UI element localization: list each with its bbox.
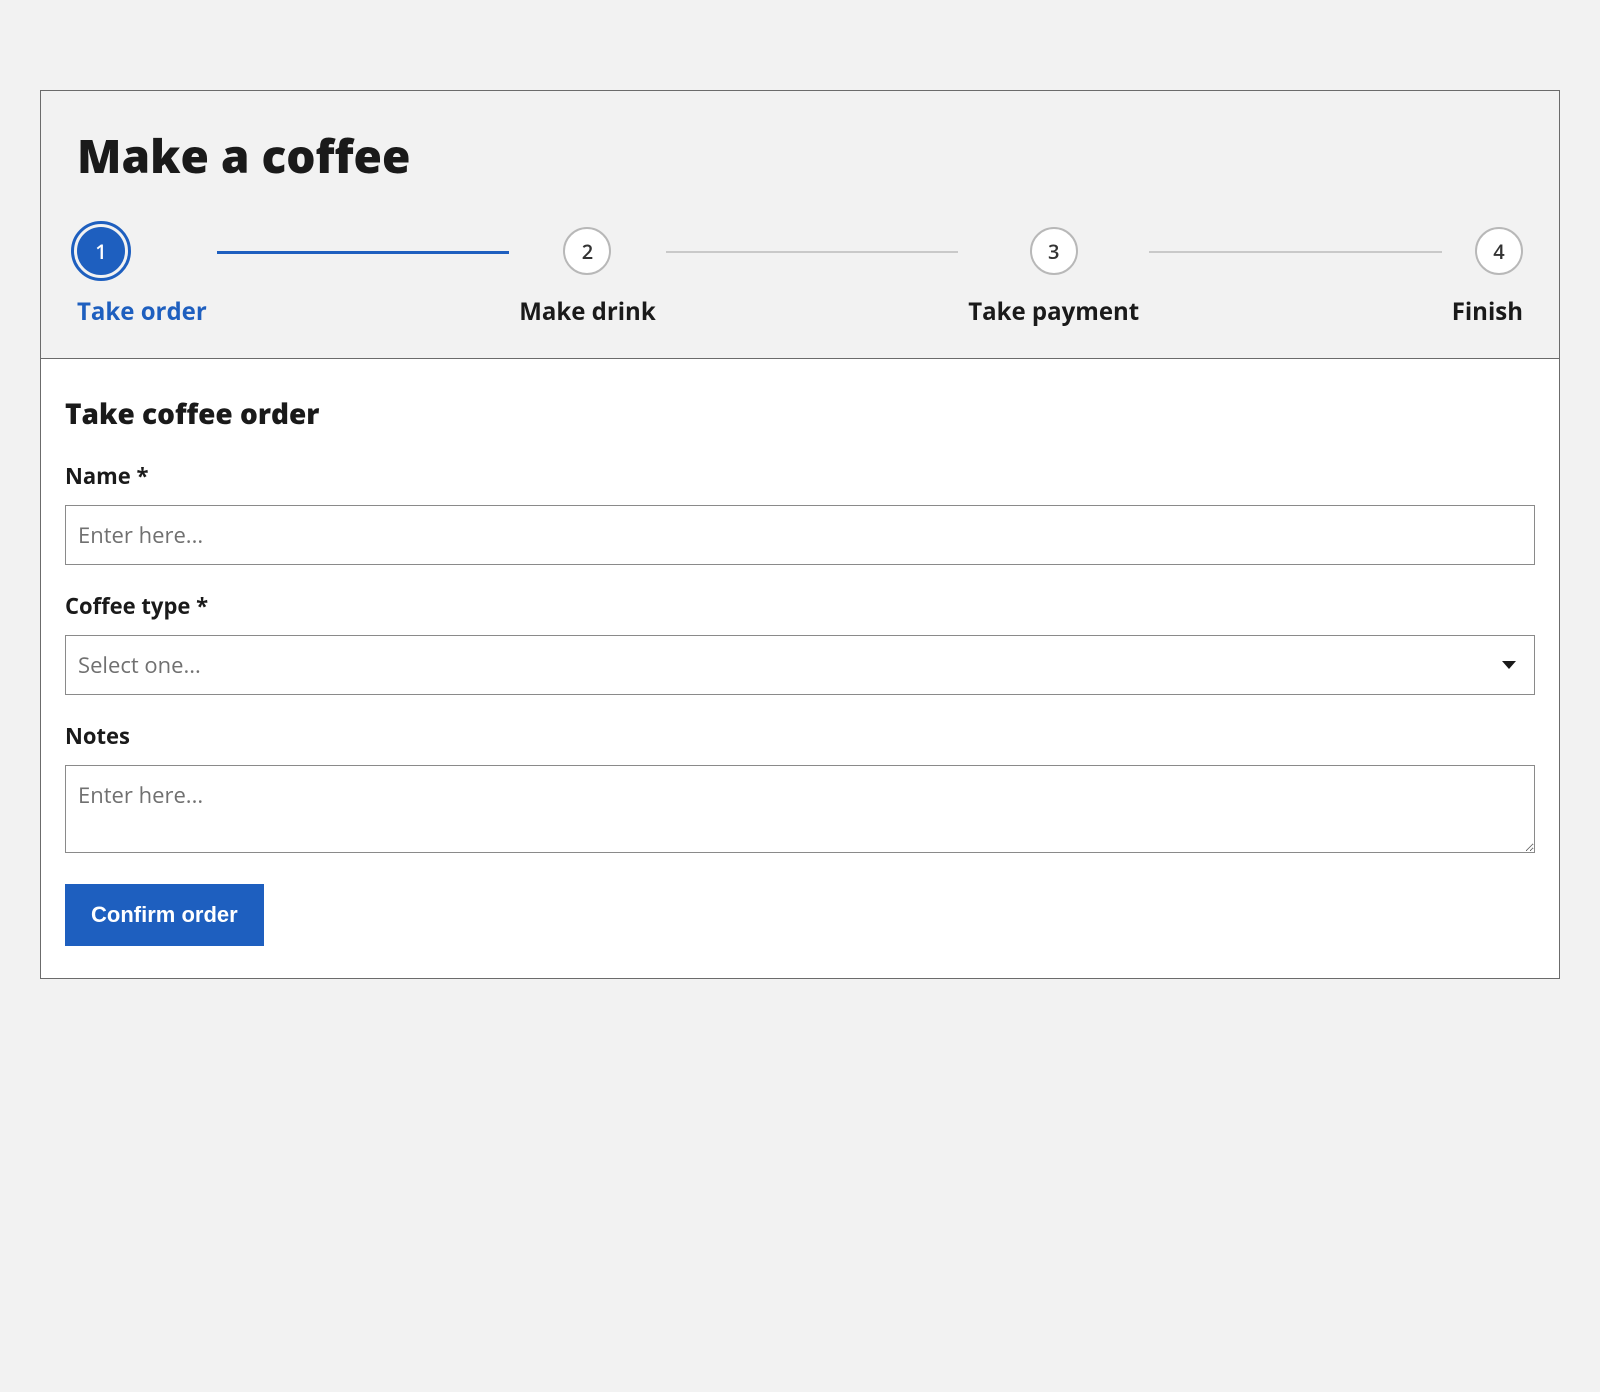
step-label: Finish bbox=[1452, 295, 1523, 328]
step-take-payment[interactable]: 3 Take payment bbox=[968, 227, 1139, 328]
field-coffee-type: Coffee type * Select one... bbox=[65, 591, 1535, 695]
step-make-drink[interactable]: 2 Make drink bbox=[519, 227, 656, 328]
notes-input[interactable] bbox=[65, 765, 1535, 853]
step-label: Take order bbox=[77, 295, 207, 328]
coffee-type-select[interactable]: Select one... bbox=[65, 635, 1535, 695]
step-label: Take payment bbox=[968, 295, 1139, 328]
name-input[interactable] bbox=[65, 505, 1535, 565]
step-number: 1 bbox=[77, 227, 125, 275]
step-take-order[interactable]: 1 Take order bbox=[77, 227, 207, 328]
confirm-order-button[interactable]: Confirm order bbox=[65, 884, 264, 946]
field-name: Name * bbox=[65, 461, 1535, 565]
wizard-card: Make a coffee 1 Take order 2 Make drink … bbox=[40, 90, 1560, 979]
coffee-type-label: Coffee type * bbox=[65, 591, 1535, 621]
page-title: Make a coffee bbox=[77, 125, 1523, 187]
step-number: 2 bbox=[563, 227, 611, 275]
field-notes: Notes bbox=[65, 721, 1535, 858]
step-number: 4 bbox=[1475, 227, 1523, 275]
wizard-header: Make a coffee 1 Take order 2 Make drink … bbox=[41, 91, 1559, 358]
step-number: 3 bbox=[1030, 227, 1078, 275]
step-connector bbox=[1149, 251, 1442, 253]
step-connector bbox=[217, 251, 510, 254]
stepper: 1 Take order 2 Make drink 3 Take payment… bbox=[77, 227, 1523, 328]
notes-label: Notes bbox=[65, 721, 1535, 751]
form-panel: Take coffee order Name * Coffee type * S… bbox=[41, 358, 1559, 978]
step-label: Make drink bbox=[519, 295, 656, 328]
panel-title: Take coffee order bbox=[65, 395, 1535, 433]
step-connector bbox=[666, 251, 959, 253]
name-label: Name * bbox=[65, 461, 1535, 491]
step-finish[interactable]: 4 Finish bbox=[1452, 227, 1523, 328]
